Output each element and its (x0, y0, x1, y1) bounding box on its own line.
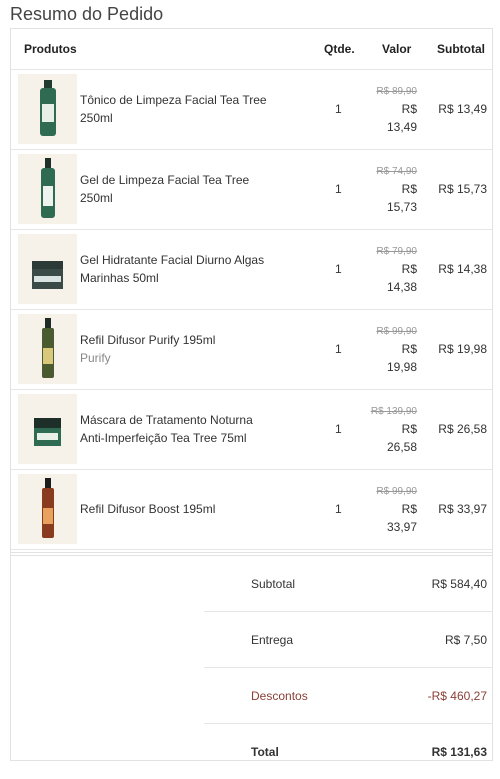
page-title: Resumo do Pedido (10, 4, 164, 24)
price-currency: R$ (401, 422, 417, 436)
shipping-row: Entrega R$ 7,50 (204, 611, 492, 668)
subtotal-row: Subtotal R$ 584,40 (204, 555, 492, 612)
price-cell: R$ 74,90 R$ 15,73 (367, 163, 417, 216)
product-name[interactable]: Gel de Limpeza Facial Tea Tree 250ml (80, 171, 280, 207)
price-amount: 26,58 (386, 440, 417, 454)
product-thumbnail[interactable] (18, 474, 77, 544)
product-name[interactable]: Máscara de Tratamento Noturna Anti-Imper… (80, 411, 280, 447)
old-price: R$ 79,90 (376, 246, 417, 257)
product-name-cell: Refil Difusor Purify 195ml Purify (80, 309, 280, 389)
product-thumbnail[interactable] (18, 74, 77, 144)
product-thumbnail[interactable] (18, 314, 77, 384)
table-row: Gel de Limpeza Facial Tea Tree 250ml 1 R… (11, 149, 492, 230)
price-currency: R$ (401, 342, 417, 356)
row-subtotal: R$ 26,58 (438, 422, 487, 436)
diffuser-bottle-icon (42, 318, 54, 378)
green-bottle-icon (40, 80, 56, 136)
product-thumbnail[interactable] (18, 154, 77, 224)
product-thumbnail[interactable] (18, 394, 77, 464)
price-amount: 19,98 (386, 360, 417, 374)
old-price: R$ 74,90 (376, 166, 417, 177)
header-value: Valor (382, 42, 412, 56)
price-cell: R$ 79,90 R$ 14,38 (367, 243, 417, 296)
discount-label: Descontos (251, 689, 308, 703)
product-name[interactable]: Tônico de Limpeza Facial Tea Tree 250ml (80, 91, 280, 127)
price-currency: R$ (401, 262, 417, 276)
table-row: Máscara de Tratamento Noturna Anti-Imper… (11, 389, 492, 470)
quantity: 1 (335, 102, 342, 116)
total-value: R$ 131,63 (431, 745, 487, 759)
quantity: 1 (335, 262, 342, 276)
table-row: Tônico de Limpeza Facial Tea Tree 250ml … (11, 69, 492, 150)
price-currency: R$ (401, 502, 417, 516)
price-amount: 15,73 (386, 200, 417, 214)
jar-icon (32, 261, 63, 289)
quantity: 1 (335, 502, 342, 516)
shipping-label: Entrega (251, 633, 294, 647)
quantity: 1 (335, 182, 342, 196)
table-row: Gel Hidratante Facial Diurno Algas Marin… (11, 229, 492, 310)
price-cell: R$ 99,90 R$ 33,97 (367, 483, 417, 536)
price-cell: R$ 99,90 R$ 19,98 (367, 323, 417, 376)
row-subtotal: R$ 13,49 (438, 102, 487, 116)
shipping-value: R$ 7,50 (444, 633, 487, 647)
product-name[interactable]: Refil Difusor Purify 195ml (80, 331, 280, 349)
green-jar-icon (34, 418, 61, 446)
price-amount: 33,97 (386, 520, 417, 534)
product-name-cell: Gel de Limpeza Facial Tea Tree 250ml (80, 149, 280, 229)
quantity: 1 (335, 422, 342, 436)
header-subtotal: Subtotal (437, 42, 485, 56)
product-name-cell: Gel Hidratante Facial Diurno Algas Marin… (80, 229, 280, 309)
total-row: Total R$ 131,63 (204, 723, 492, 779)
price-amount: 13,49 (386, 120, 417, 134)
discount-row: Descontos -R$ 460,27 (204, 667, 492, 724)
subtotal-value: R$ 584,40 (431, 577, 487, 591)
product-name[interactable]: Refil Difusor Boost 195ml (80, 500, 280, 518)
order-summary-card: Produtos Qtde. Valor Subtotal Tônico de … (10, 28, 493, 761)
product-name-cell: Tônico de Limpeza Facial Tea Tree 250ml (80, 69, 280, 149)
row-subtotal: R$ 33,97 (438, 502, 487, 516)
table-row: Refil Difusor Purify 195ml Purify 1 R$ 9… (11, 309, 492, 390)
row-subtotal: R$ 14,38 (438, 262, 487, 276)
price-currency: R$ (401, 182, 417, 196)
header-qty: Qtde. (324, 42, 355, 56)
orange-bottle-icon (42, 478, 54, 538)
old-price: R$ 139,90 (370, 406, 417, 417)
green-pump-bottle-icon (41, 158, 55, 218)
price-cell: R$ 139,90 R$ 26,58 (367, 403, 417, 456)
product-name-cell: Máscara de Tratamento Noturna Anti-Imper… (80, 389, 280, 469)
price-currency: R$ (401, 102, 417, 116)
product-variant: Purify (80, 351, 111, 365)
price-cell: R$ 89,90 R$ 13,49 (367, 83, 417, 136)
table-header: Produtos Qtde. Valor Subtotal (11, 29, 492, 70)
old-price: R$ 99,90 (376, 326, 417, 337)
discount-value: -R$ 460,27 (427, 689, 487, 703)
quantity: 1 (335, 342, 342, 356)
price-amount: 14,38 (386, 280, 417, 294)
product-thumbnail[interactable] (18, 234, 77, 304)
subtotal-label: Subtotal (251, 577, 296, 591)
total-label: Total (251, 745, 279, 759)
old-price: R$ 89,90 (376, 86, 417, 97)
table-row: Refil Difusor Boost 195ml 1 R$ 99,90 R$ … (11, 469, 492, 550)
old-price: R$ 99,90 (376, 486, 417, 497)
product-name-cell: Refil Difusor Boost 195ml (80, 469, 280, 549)
row-subtotal: R$ 19,98 (438, 342, 487, 356)
header-products: Produtos (24, 42, 77, 56)
product-name[interactable]: Gel Hidratante Facial Diurno Algas Marin… (80, 251, 280, 287)
row-subtotal: R$ 15,73 (438, 182, 487, 196)
